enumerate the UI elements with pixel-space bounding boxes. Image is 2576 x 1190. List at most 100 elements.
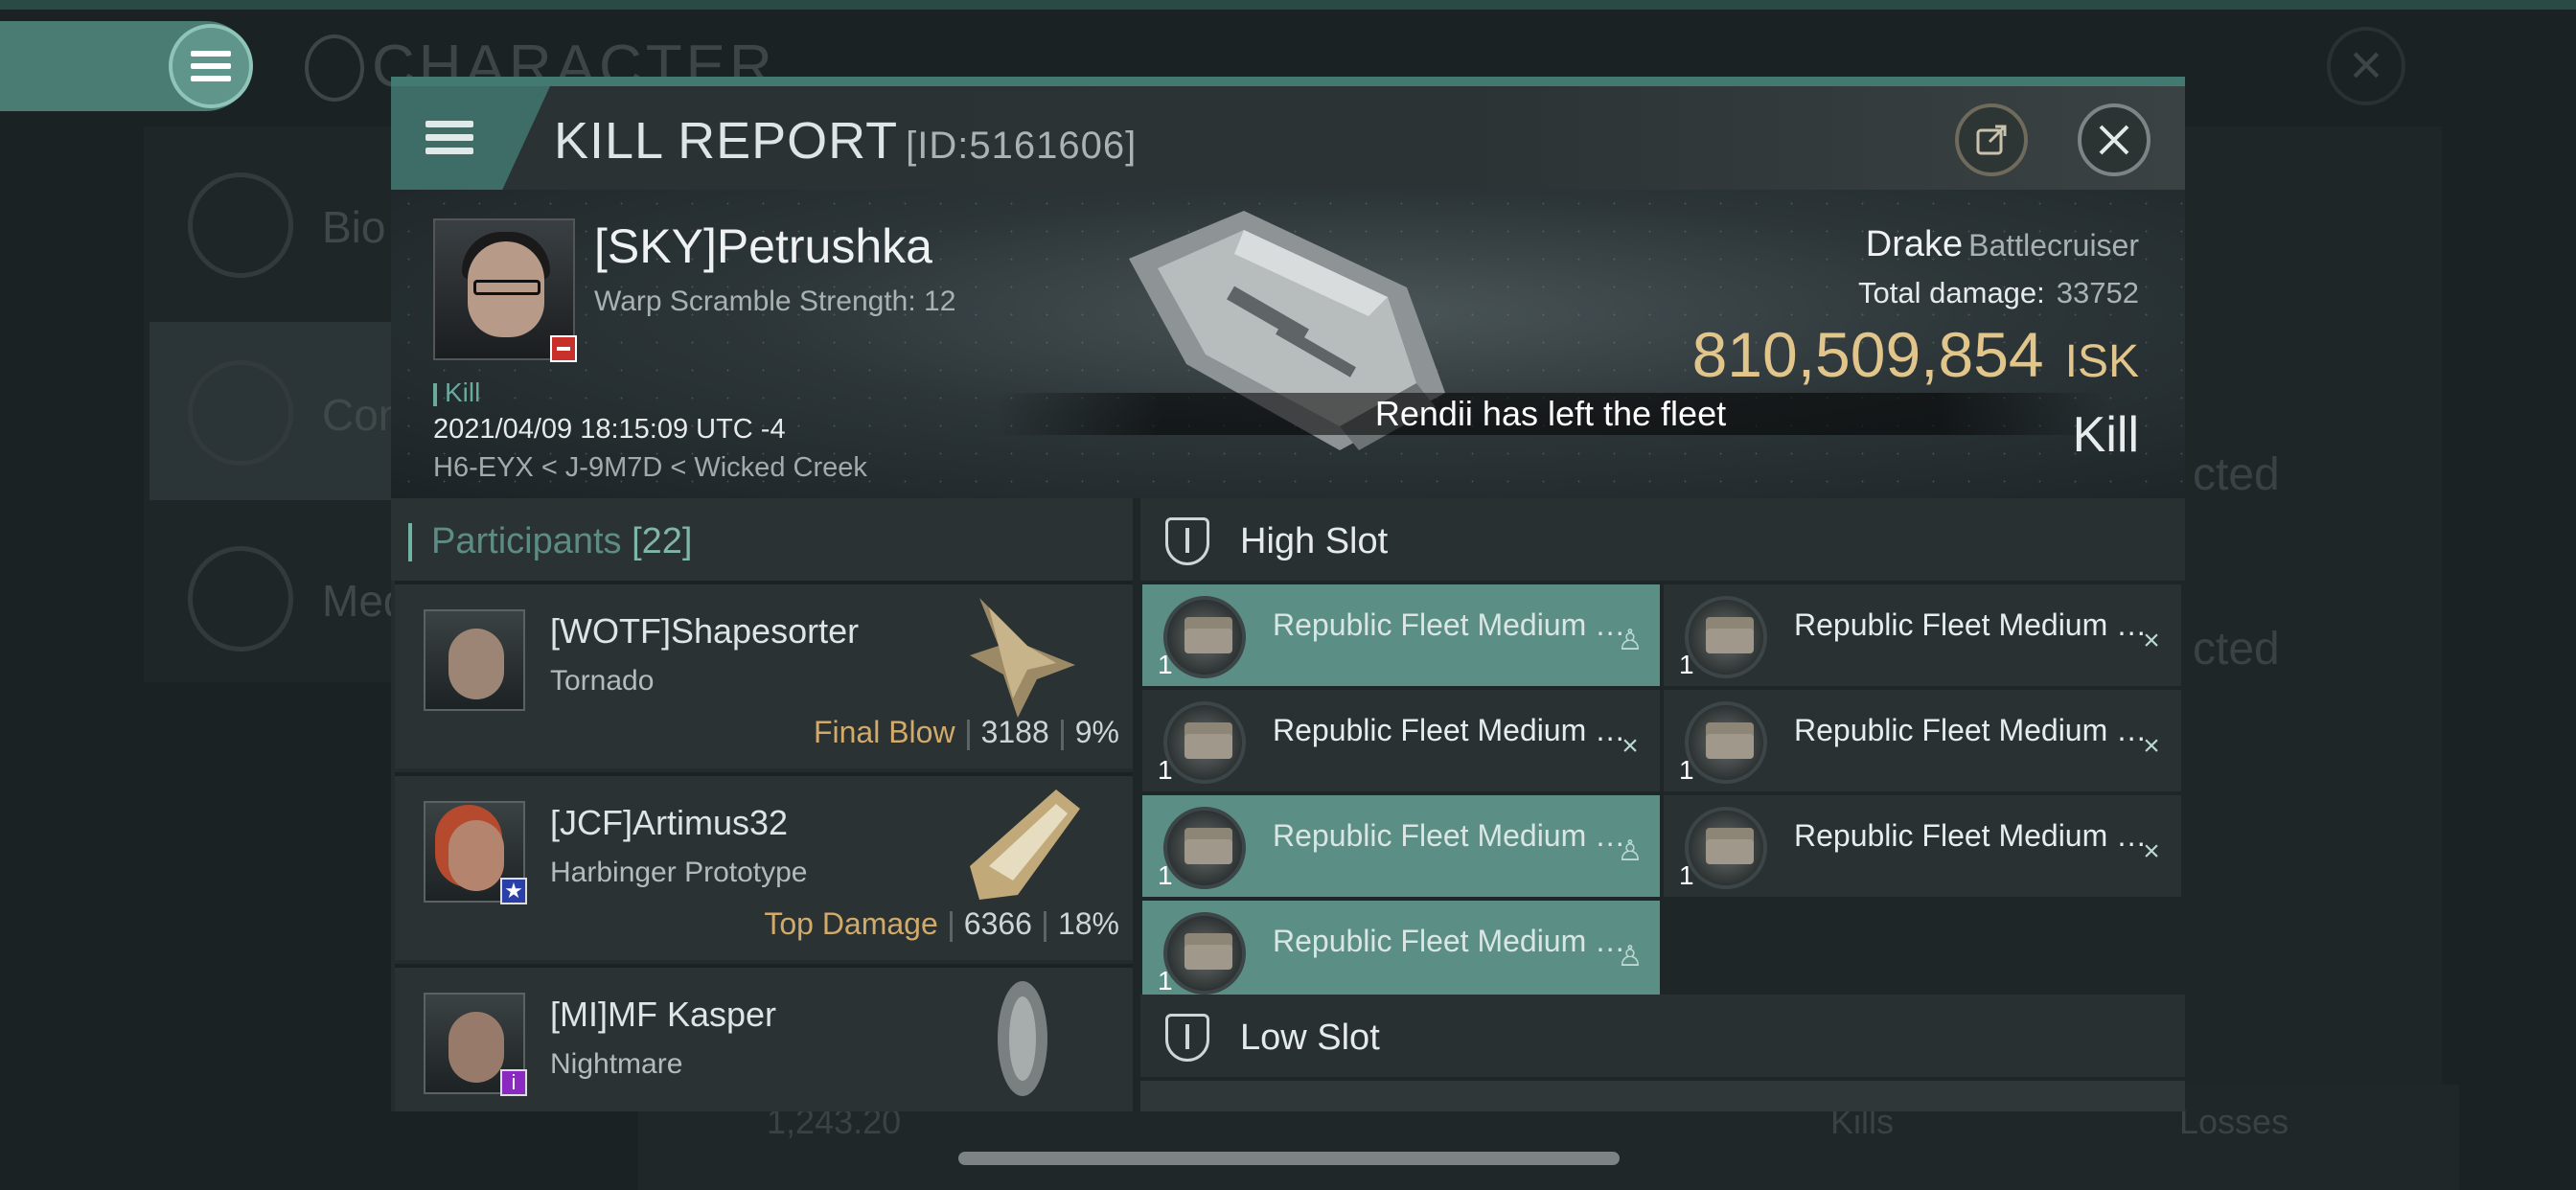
bio-icon	[188, 172, 293, 278]
menu-icon	[426, 121, 473, 154]
victim-ship[interactable]: Drake Battlecruiser	[1866, 224, 2139, 265]
module-quantity: 1	[1158, 860, 1173, 890]
participants-label: Participants	[431, 521, 622, 561]
participants-title: Participants [22]	[408, 521, 693, 562]
low-slot-title: Low Slot	[1240, 1018, 1380, 1058]
background-right-label: cted	[2193, 449, 2280, 500]
participant-avatar[interactable]: i	[424, 993, 527, 1096]
kill-tag-text: Kill	[445, 378, 481, 407]
module-quantity: 1	[1158, 755, 1173, 785]
losses-tab[interactable]: Losses	[2179, 1102, 2288, 1142]
sidebar-item-bio[interactable]: Bio	[150, 134, 422, 312]
participant-name: [MI]MF Kasper	[550, 995, 777, 1034]
turret-icon	[1163, 596, 1246, 678]
turret-icon	[1163, 912, 1246, 995]
kill-location[interactable]: H6-EYX < J-9M7D < Wicked Creek	[433, 452, 867, 484]
slot-icon	[1165, 1014, 1209, 1062]
module-name: Republic Fleet Medium Rapi...	[1273, 818, 1646, 853]
participant-ship: Tornado	[550, 665, 655, 697]
turret-icon	[1685, 701, 1767, 784]
dialog-header: KILL REPORT [ID:5161606]	[391, 86, 2185, 190]
participant-row[interactable]: ★ [JCF]Artimus32 Harbinger Prototype Top…	[395, 772, 1133, 960]
kill-tag: Kill	[433, 378, 480, 408]
dropped-icon: ♙	[1617, 625, 1644, 656]
turret-icon	[1163, 701, 1246, 784]
participant-avatar[interactable]: ★	[424, 801, 527, 904]
participant-stats: Top Damage 6366 18%	[764, 906, 1119, 942]
kill-result: Kill	[2072, 407, 2139, 463]
module-item[interactable]: 1 Republic Fleet Medium Rapi... ×	[1142, 690, 1660, 791]
home-indicator[interactable]	[958, 1152, 1620, 1165]
share-button[interactable]	[1955, 103, 2028, 176]
module-name: Republic Fleet Medium Rapi...	[1794, 713, 2168, 747]
victim-ship-class: Battlecruiser	[1968, 228, 2139, 263]
participant-avatar[interactable]	[424, 609, 525, 711]
participant-ship: Harbinger Prototype	[550, 857, 808, 888]
background-close-icon[interactable]: ×	[2327, 27, 2405, 105]
participant-percent: 9%	[1074, 715, 1119, 749]
participant-name: [JCF]Artimus32	[550, 803, 789, 842]
turret-icon	[1163, 807, 1246, 889]
participants-header[interactable]: Participants [22]	[391, 498, 1133, 581]
main-menu-button[interactable]	[169, 24, 253, 108]
participant-damage: 6366	[963, 906, 1032, 941]
module-item[interactable]: 1 Republic Fleet Medium Rapi... ×	[1664, 584, 2181, 686]
victim-name[interactable]: [SKY]Petrushka	[594, 218, 932, 274]
close-button[interactable]	[2078, 103, 2150, 176]
menu-icon	[191, 51, 231, 81]
kill-report-id: [ID:5161606]	[906, 125, 1138, 167]
victim-portrait[interactable]	[433, 218, 577, 362]
destroyed-icon: ×	[2143, 835, 2160, 867]
total-damage: Total damage: 33752	[1858, 276, 2139, 310]
fleet-notification-toast: Rendii has left the fleet	[995, 393, 2106, 435]
destroyed-icon: ×	[1622, 730, 1639, 762]
star-badge-icon: ★	[500, 878, 527, 904]
turret-icon	[1685, 596, 1767, 678]
destroyed-icon: ×	[2143, 730, 2160, 762]
participant-ship-image	[970, 790, 1080, 900]
participants-panel: Participants [22] [WOTF]Shapesorter Torn…	[391, 498, 1133, 1111]
module-item[interactable]: 1 Republic Fleet Medium Rapi... ♙	[1142, 795, 1660, 897]
module-quantity: 1	[1679, 755, 1694, 785]
total-damage-value: 33752	[2056, 276, 2139, 309]
module-item[interactable]: 1 Republic Fleet Medium Rapi... ♙	[1142, 584, 1660, 686]
low-slot-row[interactable]	[1140, 1081, 2185, 1111]
module-name: Republic Fleet Medium Rapi...	[1794, 607, 2168, 642]
module-item[interactable]: 1 Republic Fleet Medium Rapi... ×	[1664, 690, 2181, 791]
character-icon	[305, 34, 364, 102]
module-quantity: 1	[1679, 860, 1694, 890]
participant-stats: Final Blow 3188 9%	[814, 715, 1119, 750]
victim-banner: [SKY]Petrushka Warp Scramble Strength: 1…	[391, 190, 2185, 498]
destroyed-icon: ×	[2143, 625, 2160, 656]
participant-ship-image	[998, 981, 1047, 1096]
participant-percent: 18%	[1057, 906, 1119, 941]
module-item[interactable]: 1 Republic Fleet Medium Rapi... ♙	[1142, 901, 1660, 1002]
dialog-menu-button[interactable]	[391, 86, 550, 190]
participant-name: [WOTF]Shapesorter	[550, 611, 860, 651]
low-slot-header[interactable]: Low Slot	[1140, 995, 2185, 1077]
sidebar-item-medals[interactable]: Med	[150, 508, 422, 686]
kill-report-dialog: KILL REPORT [ID:5161606] [SKY]Petrushka W…	[391, 77, 2185, 1111]
isk-unit: ISK	[2064, 336, 2139, 387]
module-quantity: 1	[1158, 966, 1173, 995]
module-name: Republic Fleet Medium Rapi...	[1273, 924, 1646, 958]
dialog-top-accent	[391, 77, 2185, 86]
module-item[interactable]: 1 Republic Fleet Medium Rapi... ×	[1664, 795, 2181, 897]
high-slot-header[interactable]: High Slot	[1140, 498, 2185, 581]
top-accent-line	[0, 0, 2576, 10]
dropped-icon: ♙	[1617, 941, 1644, 973]
background-right-label: cted	[2193, 624, 2280, 675]
participant-row[interactable]: [WOTF]Shapesorter Tornado Final Blow 3188…	[395, 581, 1133, 768]
final-blow-label: Final Blow	[813, 715, 955, 749]
victim-subtitle: Warp Scramble Strength: 12	[594, 286, 956, 317]
medal-icon	[188, 546, 293, 652]
slot-icon	[1165, 517, 1209, 565]
dialog-title-text: KILL REPORT	[554, 112, 899, 170]
module-name: Republic Fleet Medium Rapi...	[1794, 818, 2168, 853]
sidebar-item-combat[interactable]: Com	[150, 322, 422, 500]
module-quantity: 1	[1158, 650, 1173, 679]
participants-count: [22]	[632, 521, 693, 561]
participant-row[interactable]: i [MI]MF Kasper Nightmare	[395, 964, 1133, 1111]
info-badge-icon: i	[500, 1069, 527, 1096]
participant-damage: 3188	[980, 715, 1049, 749]
